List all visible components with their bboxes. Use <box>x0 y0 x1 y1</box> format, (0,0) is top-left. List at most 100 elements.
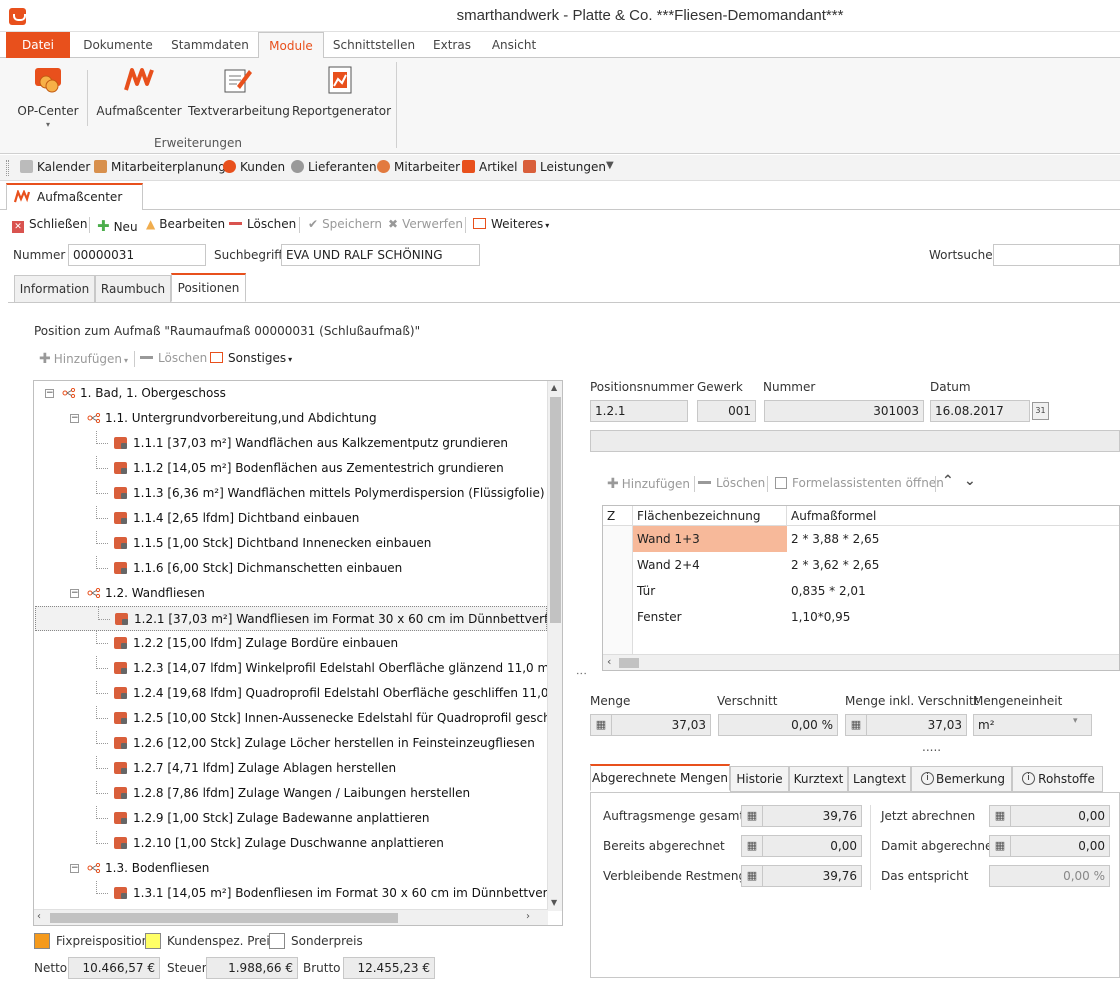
grid-cell-formel[interactable]: 1,10*0,95 <box>787 604 1119 630</box>
menge-inkl-field[interactable]: 37,03 <box>866 714 967 736</box>
grid-horizontal-scrollbar[interactable]: ‹ <box>603 654 1119 670</box>
chevron-down-icon[interactable]: ▾ <box>14 120 82 129</box>
menu-ansicht[interactable]: Ansicht <box>486 32 542 58</box>
collapse-icon[interactable]: − <box>70 414 79 423</box>
position-text-field[interactable] <box>590 430 1120 452</box>
new-button[interactable]: ✚ Neu <box>97 217 138 235</box>
grid-cell-flaeche[interactable]: Tür <box>633 578 787 604</box>
grid-header-formel[interactable]: Aufmaßformel <box>787 506 1119 526</box>
tab-information[interactable]: Information <box>14 275 95 303</box>
discard-button[interactable]: ✖ Verwerfen <box>388 217 463 231</box>
grid-cell-formel[interactable]: 2 * 3,88 * 2,65 <box>787 526 1119 552</box>
menu-schnittstellen[interactable]: Schnittstellen <box>330 32 418 58</box>
move-down-icon[interactable]: ⌄ <box>964 473 976 489</box>
grid-cell-flaeche[interactable]: Wand 2+4 <box>633 552 787 578</box>
menu-dokumente[interactable]: Dokumente <box>78 32 158 58</box>
calculator-icon[interactable]: ▦ <box>741 865 763 887</box>
entspricht-field[interactable]: 0,00 % <box>989 865 1110 887</box>
scroll-left-icon[interactable]: ‹ <box>607 655 611 668</box>
auftragsmenge-field[interactable]: 39,76 <box>762 805 862 827</box>
scroll-right-icon[interactable]: › <box>526 911 530 922</box>
move-up-icon[interactable]: ⌃ <box>942 473 954 489</box>
formel-assistent-button[interactable]: Formelassistenten öffnen <box>775 476 944 490</box>
menu-stammdaten[interactable]: Stammdaten <box>166 32 254 58</box>
quick-leistungen[interactable]: Leistungen <box>523 160 606 174</box>
suchbegriff-field[interactable]: EVA UND RALF SCHÖNING <box>281 244 480 266</box>
scroll-thumb[interactable] <box>550 397 561 623</box>
quick-artikel[interactable]: Artikel <box>462 160 517 174</box>
gewerk-field[interactable]: 001 <box>697 400 756 422</box>
scroll-left-icon[interactable]: ‹ <box>37 911 41 922</box>
calculator-icon[interactable]: ▦ <box>989 835 1011 857</box>
calculator-icon[interactable]: ▦ <box>590 714 612 736</box>
posnr-field[interactable]: 1.2.1 <box>590 400 688 422</box>
tab-langtext[interactable]: Langtext <box>848 766 911 792</box>
grip-handle[interactable] <box>6 160 9 176</box>
quick-mitarbeiterplanung[interactable]: Mitarbeiterplanung <box>94 160 226 174</box>
grid-cell-flaeche[interactable]: Fenster <box>633 604 787 630</box>
tab-kurztext[interactable]: Kurztext <box>789 766 848 792</box>
sonstiges-button[interactable]: Sonstiges ▾ <box>210 351 292 365</box>
restmenge-field[interactable]: 39,76 <box>762 865 862 887</box>
menu-module[interactable]: Module <box>258 32 324 59</box>
grid-add-button[interactable]: ✚ Hinzufügen <box>607 476 690 492</box>
positions-tree[interactable]: − 1. Bad, 1. Obergeschoss − 1.1. Untergrund… <box>33 380 563 926</box>
wortsuche-input[interactable] <box>993 244 1120 266</box>
more-button[interactable]: Weiteres ▾ <box>473 217 549 231</box>
scroll-thumb[interactable] <box>50 913 398 923</box>
menu-extras[interactable]: Extras <box>424 32 480 58</box>
quick-lieferanten[interactable]: Lieferanten <box>291 160 377 174</box>
scroll-thumb[interactable] <box>619 658 639 668</box>
chevron-down-icon[interactable]: ▾ <box>1073 716 1078 726</box>
verschnitt-field[interactable]: 0,00 % <box>718 714 838 736</box>
op-center-button[interactable]: OP-Center ▾ <box>14 64 82 129</box>
textverarbeitung-button[interactable]: Textverarbeitung <box>188 64 290 118</box>
scroll-down-icon[interactable]: ▼ <box>551 898 557 907</box>
collapse-icon[interactable]: − <box>70 864 79 873</box>
aufmasscenter-button[interactable]: Aufmaßcenter <box>96 64 182 118</box>
tree-position-row[interactable]: 1.2.1 [37,03 m²] Wandfliesen im Format 3… <box>35 606 562 631</box>
splitter-handle[interactable]: ⋮ <box>575 668 588 679</box>
calculator-icon[interactable]: ▦ <box>989 805 1011 827</box>
quick-mitarbeiter[interactable]: Mitarbeiter <box>377 160 460 174</box>
nummer-field[interactable]: 00000031 <box>68 244 206 266</box>
splitter-dots[interactable]: ..... <box>922 740 941 754</box>
edit-button[interactable]: ▲ Bearbeiten <box>146 217 225 231</box>
datum-field[interactable]: 16.08.2017 <box>930 400 1030 422</box>
collapse-icon[interactable]: − <box>70 589 79 598</box>
tab-raumbuch[interactable]: Raumbuch <box>95 275 171 303</box>
save-button[interactable]: ✔ Speichern <box>308 217 382 231</box>
tree-vertical-scrollbar[interactable]: ▲ ▼ <box>547 381 562 911</box>
tree-horizontal-scrollbar[interactable]: ‹ › <box>34 909 548 925</box>
reportgenerator-button[interactable]: Reportgenerator <box>292 64 391 118</box>
aufmass-grid[interactable]: Z Flächenbezeichnung Aufmaßformel 1Wand … <box>602 505 1120 671</box>
quick-kunden[interactable]: Kunden <box>223 160 285 174</box>
calendar-icon[interactable]: 31 <box>1032 402 1049 420</box>
scroll-up-icon[interactable]: ▲ <box>551 383 557 392</box>
tab-positionen[interactable]: Positionen <box>171 273 246 302</box>
quick-kalender[interactable]: Kalender <box>20 160 90 174</box>
tab-historie[interactable]: Historie <box>730 766 789 792</box>
grid-cell-formel[interactable]: 0,835 * 2,01 <box>787 578 1119 604</box>
positions-add-button[interactable]: ✚ Hinzufügen ▾ <box>39 351 128 367</box>
grid-cell-formel[interactable]: 2 * 3,62 * 2,65 <box>787 552 1119 578</box>
chevron-down-icon[interactable]: ▼ <box>606 160 614 171</box>
tab-abgerechnete-mengen[interactable]: Abgerechnete Mengen <box>590 764 730 791</box>
grid-header-z[interactable]: Z <box>603 506 633 526</box>
positions-delete-button[interactable]: Löschen <box>140 351 207 365</box>
nummer-detail-field[interactable]: 301003 <box>764 400 924 422</box>
calculator-icon[interactable]: ▦ <box>741 805 763 827</box>
grid-header-flaeche[interactable]: Flächenbezeichnung <box>633 506 787 526</box>
damit-field[interactable]: 0,00 <box>1010 835 1110 857</box>
close-button[interactable]: ✕ Schließen <box>12 217 87 233</box>
grid-delete-button[interactable]: Löschen <box>698 476 765 490</box>
menu-datei[interactable]: Datei <box>6 32 70 58</box>
grid-cell-flaeche[interactable]: Wand 1+3 <box>633 526 787 552</box>
delete-button[interactable]: Löschen <box>229 217 296 231</box>
bereits-field[interactable]: 0,00 <box>762 835 862 857</box>
menge-field[interactable]: 37,03 <box>611 714 711 736</box>
calculator-icon[interactable]: ▦ <box>845 714 867 736</box>
collapse-icon[interactable]: − <box>45 389 54 398</box>
calculator-icon[interactable]: ▦ <box>741 835 763 857</box>
jetzt-field[interactable]: 0,00 <box>1010 805 1110 827</box>
